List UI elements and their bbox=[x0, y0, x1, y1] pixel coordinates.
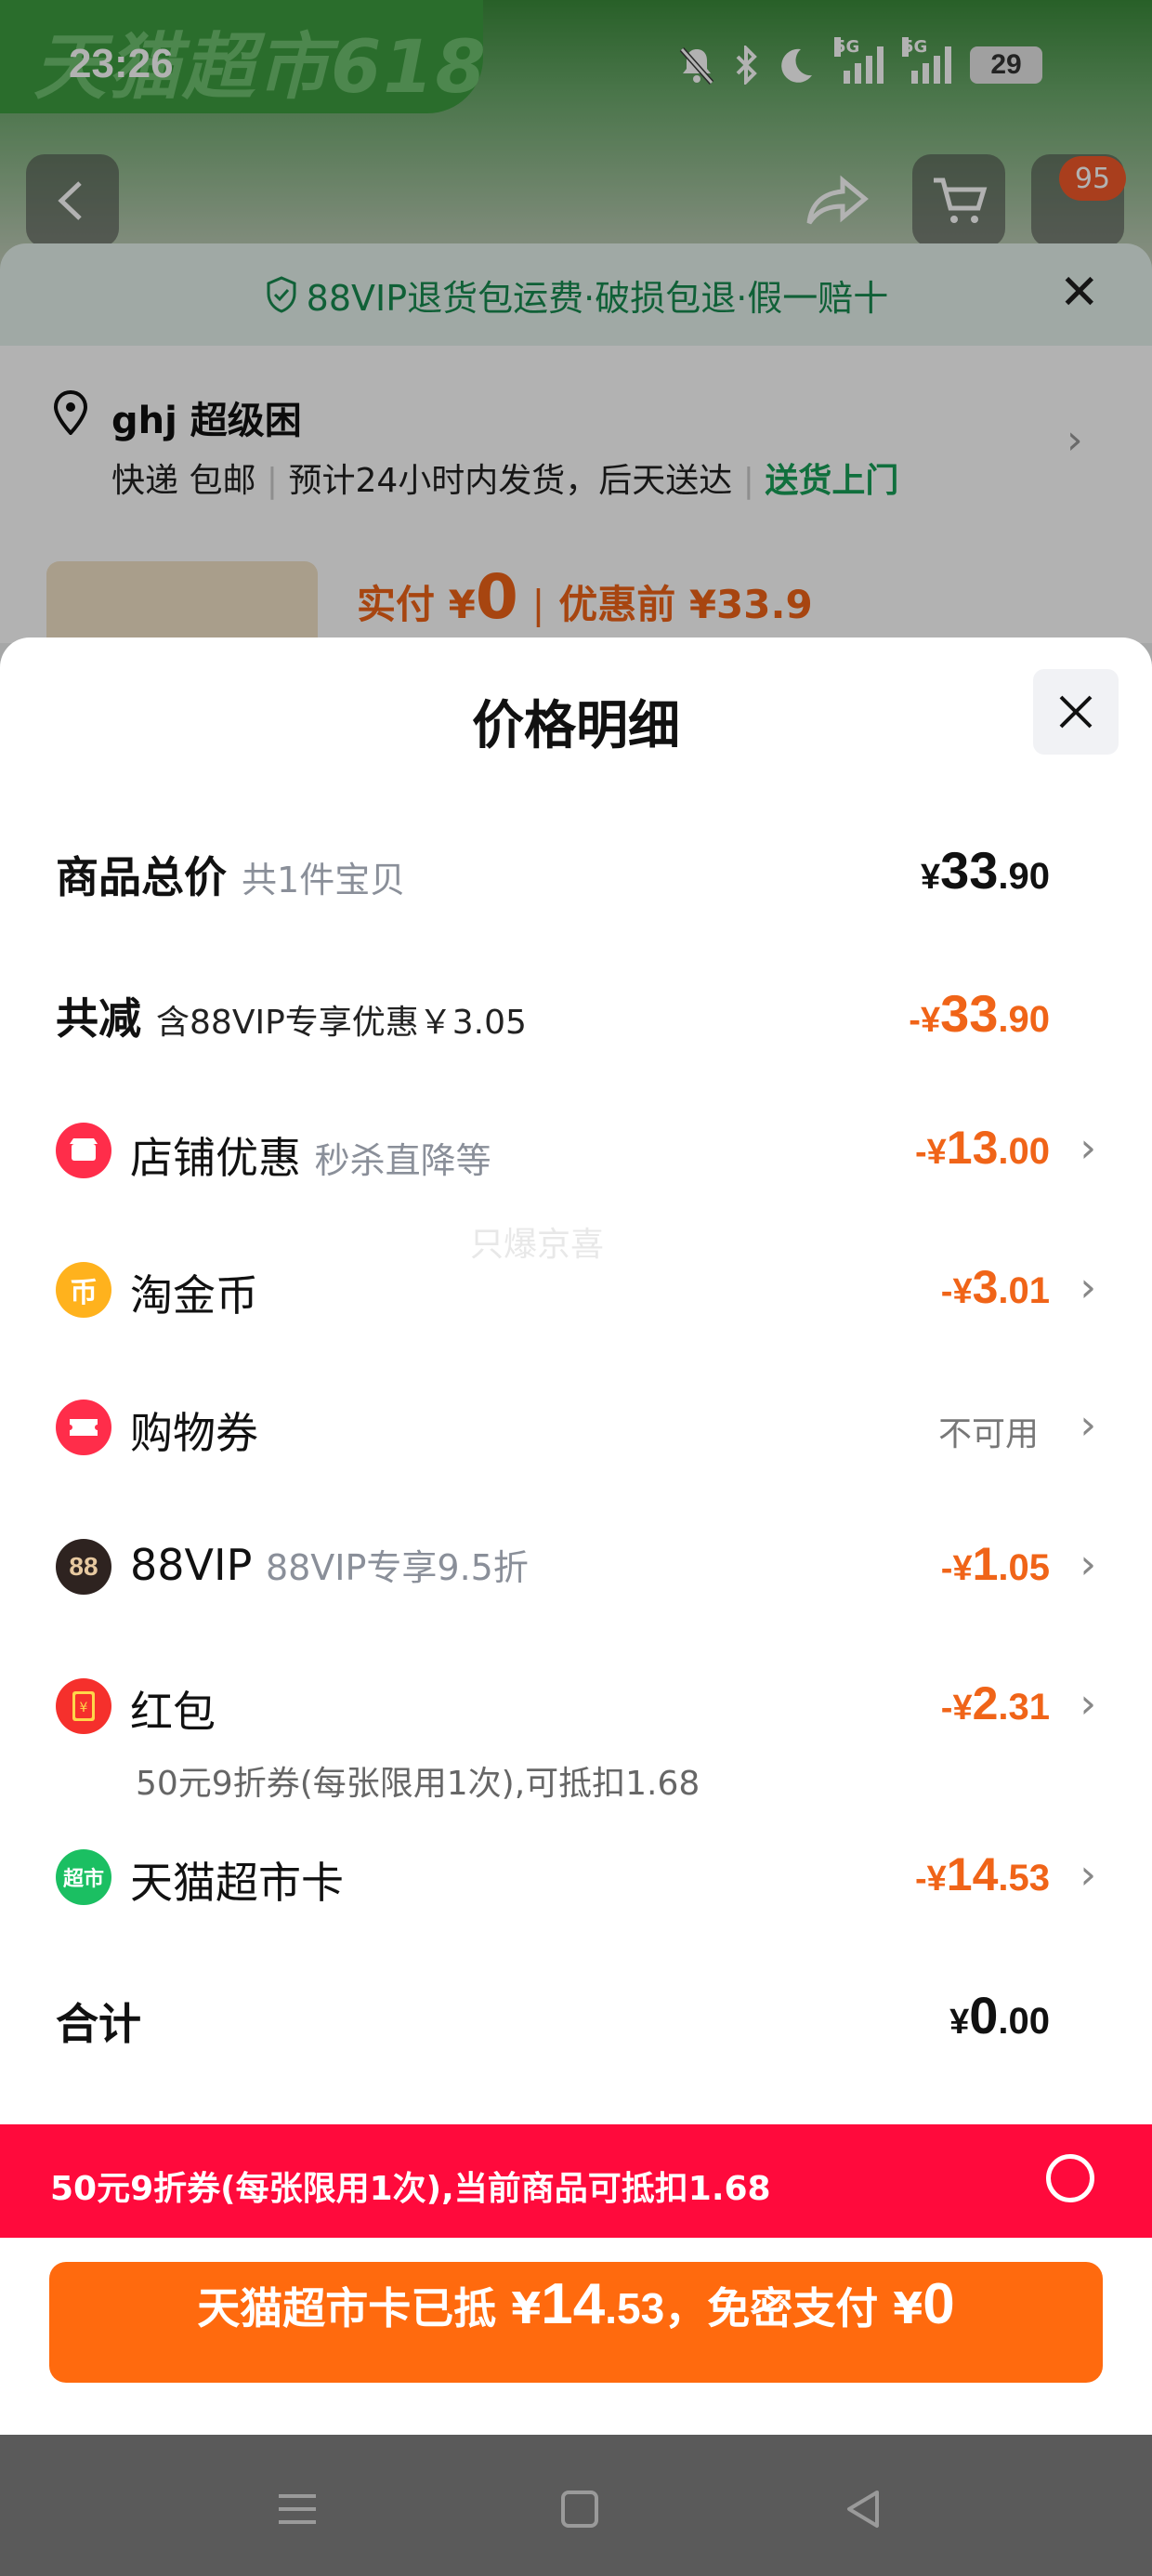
red-packet-note: 50元9折券(每张限用1次),可抵扣1.68 bbox=[136, 1765, 700, 1803]
currency-symbol: ¥ bbox=[952, 1549, 973, 1588]
amount-int: 33 bbox=[940, 841, 999, 900]
total-goods-amount: ¥33.90 bbox=[921, 840, 1050, 900]
amount-dec: .05 bbox=[998, 1547, 1050, 1588]
currency-symbol: ¥ bbox=[952, 1689, 973, 1728]
total-discount-label: 共减 含88VIP专享优惠￥3.05 bbox=[56, 985, 527, 1046]
red-packet-icon: ¥ bbox=[56, 1678, 111, 1734]
pay-button[interactable]: 天猫超市卡已抵 ¥14.53 ，免密支付 ¥0 bbox=[49, 2262, 1103, 2383]
amount-sign: - bbox=[914, 1133, 927, 1172]
red-packet-amount: -¥2.31 bbox=[941, 1676, 1050, 1730]
tao-coin-amount: -¥3.01 bbox=[941, 1260, 1050, 1314]
row-label: 红包 bbox=[130, 1687, 216, 1737]
amount-dec: .31 bbox=[998, 1687, 1050, 1728]
amount-dec: .90 bbox=[998, 856, 1050, 897]
nav-back-icon[interactable] bbox=[836, 2481, 892, 2537]
amount-int: 1 bbox=[972, 1538, 999, 1590]
svg-text:¥: ¥ bbox=[80, 1701, 88, 1715]
grand-total-label: 合计 bbox=[56, 1991, 141, 2052]
chevron-right-icon[interactable]: › bbox=[1080, 1264, 1096, 1311]
coupon-bar-text: 50元9折券(每张限用1次),当前商品可抵扣1.68 bbox=[50, 2170, 771, 2208]
ticket-icon bbox=[56, 1400, 111, 1455]
supermarket-card-icon: 超市 bbox=[56, 1849, 111, 1905]
amount-int: 14 bbox=[946, 1848, 999, 1900]
close-button[interactable] bbox=[1033, 669, 1119, 755]
row-sub: 含88VIP专享优惠￥3.05 bbox=[156, 1004, 527, 1042]
menu-icon[interactable] bbox=[269, 2481, 325, 2537]
amount-dec: .01 bbox=[998, 1270, 1050, 1311]
amount-dec: .00 bbox=[998, 1131, 1050, 1172]
vip-label[interactable]: 88VIP 88VIP专享9.5折 bbox=[130, 1539, 529, 1590]
watermark-text: 只爆京喜 bbox=[470, 1226, 605, 1264]
red-packet-label[interactable]: 红包 bbox=[130, 1678, 216, 1740]
vip-icon: 88 bbox=[56, 1539, 111, 1595]
row-label: 商品总价 bbox=[56, 852, 227, 902]
row-label: 合计 bbox=[56, 1999, 141, 2049]
amount-sign: - bbox=[909, 1001, 921, 1040]
amount-sign: - bbox=[940, 1549, 953, 1588]
row-label: 淘金币 bbox=[130, 1270, 258, 1321]
shop-discount-amount: -¥13.00 bbox=[915, 1121, 1050, 1175]
amount-int: 3 bbox=[972, 1261, 999, 1313]
amount-sign: - bbox=[940, 1272, 953, 1311]
pay-card-amount-int: 14 bbox=[541, 2272, 606, 2336]
coupon-status: 不可用 bbox=[937, 1415, 1039, 1453]
row-sub: 共1件宝贝 bbox=[242, 860, 406, 900]
chevron-right-icon[interactable]: › bbox=[1080, 1851, 1096, 1899]
amount-dec: .53 bbox=[998, 1858, 1050, 1899]
row-sub: 秒杀直降等 bbox=[314, 1140, 491, 1181]
pay-button-text: 天猫超市卡已抵 ¥ bbox=[197, 2283, 542, 2333]
total-discount-amount: -¥33.90 bbox=[909, 983, 1050, 1044]
currency-symbol: ¥ bbox=[949, 2003, 970, 2042]
currency-symbol: ¥ bbox=[920, 1001, 941, 1040]
currency-symbol: ¥ bbox=[926, 1860, 947, 1899]
radio-icon[interactable] bbox=[1046, 2154, 1094, 2202]
amount-dec: .00 bbox=[998, 2001, 1050, 2042]
currency-symbol: ¥ bbox=[920, 858, 941, 897]
shop-discount-label[interactable]: 店铺优惠 秒杀直降等 bbox=[130, 1124, 491, 1186]
home-icon[interactable] bbox=[552, 2481, 608, 2537]
currency-symbol: ¥ bbox=[926, 1133, 947, 1172]
chevron-right-icon[interactable]: › bbox=[1080, 1124, 1096, 1172]
chevron-right-icon[interactable]: › bbox=[1080, 1401, 1096, 1449]
supermarket-card-label[interactable]: 天猫超市卡 bbox=[130, 1849, 344, 1911]
sheet-title: 价格明细 bbox=[472, 696, 680, 756]
chevron-right-icon[interactable]: › bbox=[1080, 1680, 1096, 1728]
shop-coupon-icon bbox=[56, 1123, 111, 1178]
row-label: 购物券 bbox=[130, 1408, 258, 1458]
amount-int: 2 bbox=[972, 1677, 999, 1729]
row-label: 天猫超市卡 bbox=[130, 1858, 344, 1908]
pay-total: 0 bbox=[923, 2272, 955, 2336]
pay-button-text-2: ，免密支付 ¥ bbox=[664, 2283, 923, 2333]
tao-coin-label[interactable]: 淘金币 bbox=[130, 1262, 258, 1323]
pay-card-amount-dec: .53 bbox=[605, 2284, 665, 2333]
vip-amount: -¥1.05 bbox=[941, 1537, 1050, 1591]
grand-total-amount: ¥0.00 bbox=[949, 1985, 1050, 2045]
amount-int: 0 bbox=[969, 1986, 999, 2044]
supermarket-card-amount: -¥14.53 bbox=[915, 1847, 1050, 1901]
row-label: 店铺优惠 bbox=[130, 1133, 301, 1183]
coin-icon: 币 bbox=[56, 1262, 111, 1318]
amount-sign: - bbox=[914, 1860, 927, 1899]
row-label: 88VIP bbox=[130, 1540, 253, 1590]
amount-sign: - bbox=[940, 1689, 953, 1728]
row-label: 共减 bbox=[56, 993, 141, 1044]
shopping-coupon-label[interactable]: 购物券 bbox=[130, 1400, 258, 1461]
amount-int: 33 bbox=[940, 984, 999, 1043]
currency-symbol: ¥ bbox=[952, 1272, 973, 1311]
amount-int: 13 bbox=[946, 1122, 999, 1174]
total-goods-label: 商品总价 共1件宝贝 bbox=[56, 844, 405, 905]
row-sub: 88VIP专享9.5折 bbox=[265, 1547, 529, 1588]
close-icon bbox=[1059, 695, 1093, 729]
chevron-right-icon[interactable]: › bbox=[1080, 1541, 1096, 1588]
amount-dec: .90 bbox=[998, 999, 1050, 1040]
